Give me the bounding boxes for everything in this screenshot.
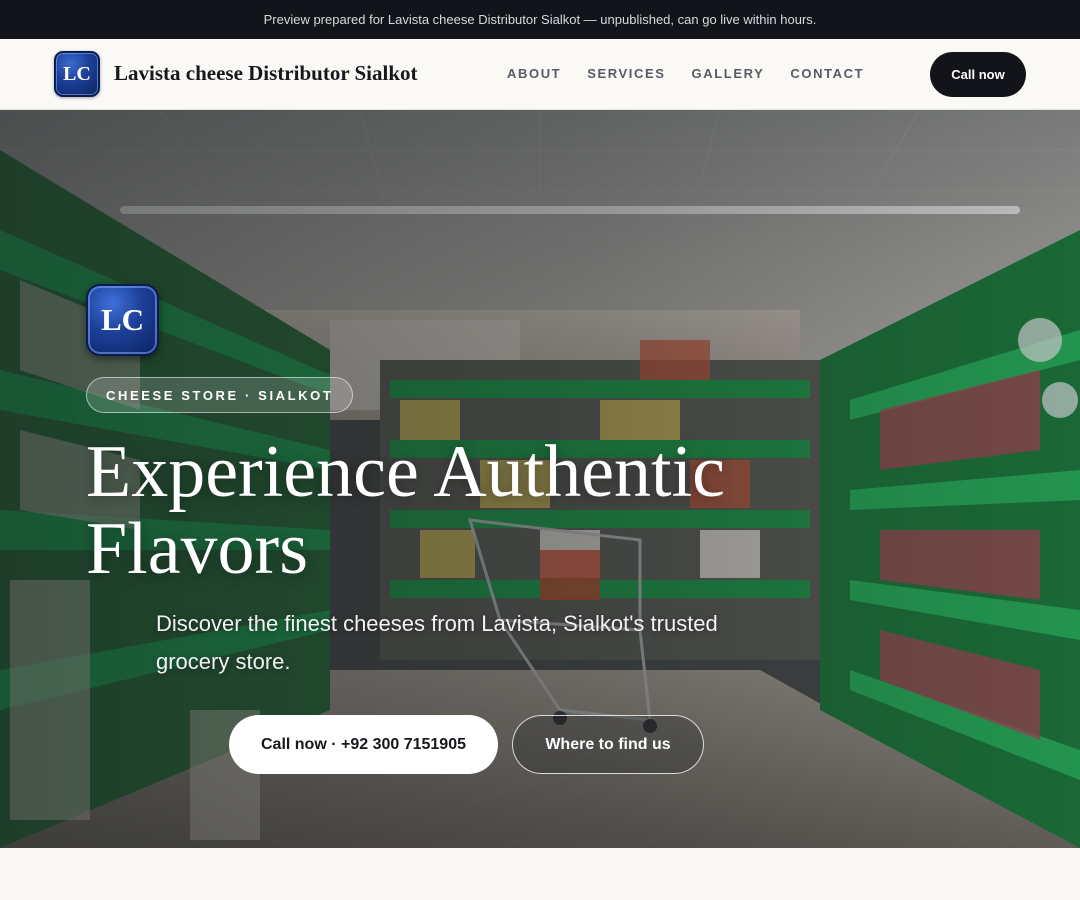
preview-banner: Preview prepared for Lavista cheese Dist… [0,0,1080,39]
site-header: LC Lavista cheese Distributor Sialkot AB… [0,39,1080,110]
brand-name[interactable]: Lavista cheese Distributor Sialkot [114,61,418,86]
preview-banner-text: Preview prepared for Lavista cheese Dist… [263,12,817,27]
call-now-button[interactable]: Call now [930,52,1026,97]
nav-link-services[interactable]: SERVICES [587,66,665,81]
hero-subtitle: Discover the finest cheeses from Lavista… [156,611,718,674]
hero-title: Experience Authentic Flavors [86,431,726,590]
find-us-button[interactable]: Where to find us [512,715,704,774]
main-nav: ABOUT SERVICES GALLERY CONTACT [507,66,864,81]
call-phone-button[interactable]: Call now · +92 300 7151905 [229,715,498,774]
hero-section: LC CHEESE STORE · SIALKOT Experience Aut… [0,110,1080,848]
logo-badge[interactable]: LC [54,51,100,97]
nav-link-contact[interactable]: CONTACT [790,66,864,81]
nav-link-about[interactable]: ABOUT [507,66,561,81]
nav-link-gallery[interactable]: GALLERY [692,66,765,81]
hero-logo-badge: LC [86,284,159,356]
hero-category-tag: CHEESE STORE · SIALKOT [86,377,354,413]
